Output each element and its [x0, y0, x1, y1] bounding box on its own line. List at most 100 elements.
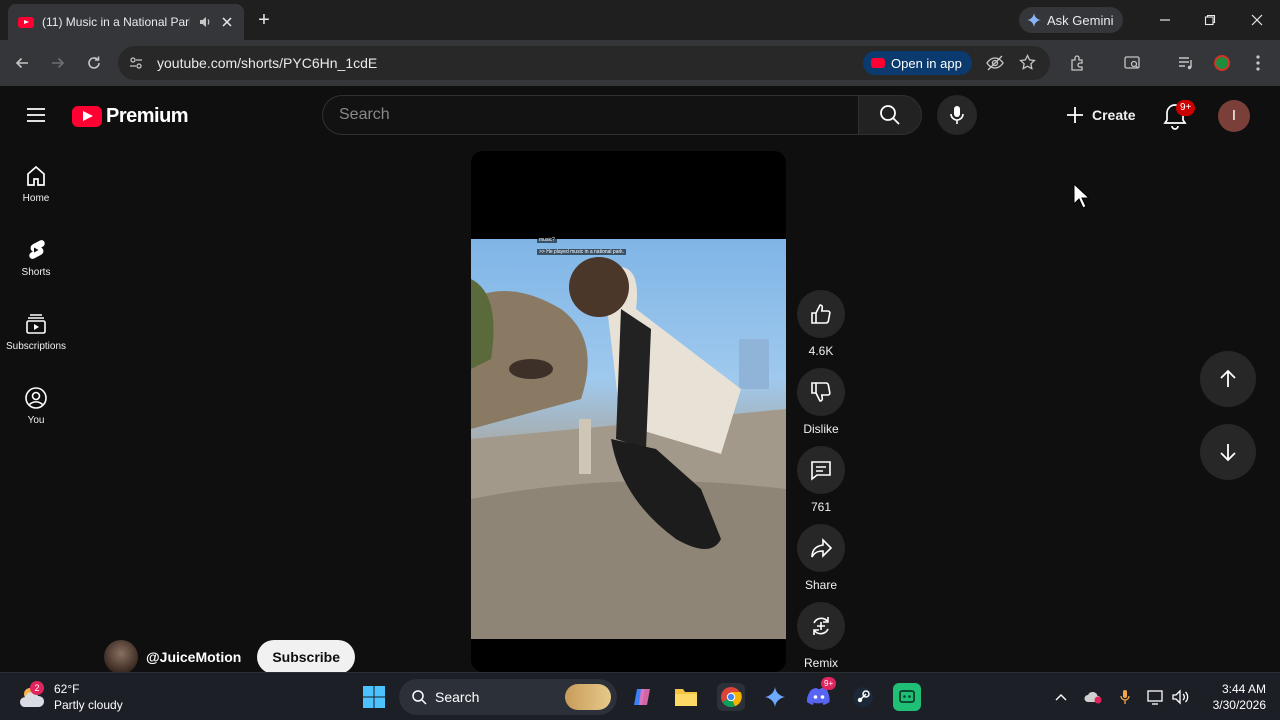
sidebar-label-shorts: Shorts	[21, 267, 51, 278]
channel-handle[interactable]: @JuiceMotion	[146, 649, 241, 665]
logo-text: Premium	[106, 105, 189, 127]
remix-button[interactable]	[797, 602, 845, 650]
open-in-app-label: Open in app	[891, 55, 962, 71]
chrome-taskbar-icon[interactable]	[717, 683, 745, 711]
steam-app-icon[interactable]	[849, 683, 877, 711]
search-highlight-image	[565, 684, 611, 710]
dislike-label: Dislike	[803, 422, 839, 436]
weather-cloud-icon: 2	[18, 681, 46, 711]
next-short-button[interactable]	[1200, 424, 1256, 480]
sidebar-label-subscriptions: Subscriptions	[5, 341, 67, 352]
voice-search-button[interactable]	[937, 95, 977, 135]
share-label: Share	[804, 578, 838, 592]
search-placeholder: Search	[339, 106, 390, 123]
youtube-premium-logo[interactable]: Premium	[72, 105, 189, 128]
create-label: Create	[1092, 107, 1136, 123]
share-button[interactable]	[797, 524, 845, 572]
sidebar-item-shorts[interactable]: Shorts	[0, 238, 72, 278]
subscriptions-icon	[26, 314, 46, 334]
clock-date: 3/30/2026	[1212, 698, 1266, 712]
forward-icon[interactable]	[46, 51, 70, 75]
tab-title: (11) Music in a National Park	[42, 15, 190, 29]
onedrive-icon[interactable]	[1083, 687, 1103, 707]
search-button[interactable]	[858, 95, 922, 135]
thumbs-up-icon	[811, 304, 831, 324]
weather-widget[interactable]: 2 62°F Partly cloudy	[18, 681, 123, 713]
remix-action: Remix	[797, 602, 845, 670]
close-window-icon[interactable]	[1245, 8, 1269, 32]
media-controls-icon[interactable]	[1174, 51, 1198, 75]
system-clock[interactable]: 3:44 AM 3/30/2026	[1196, 681, 1266, 713]
sidebar-item-home[interactable]: Home	[0, 164, 72, 204]
start-button[interactable]	[360, 683, 388, 711]
temperature: 62°F	[54, 682, 80, 696]
thumbs-down-icon	[811, 382, 831, 402]
youtube-favicon-icon	[18, 16, 34, 28]
caption-line-2: >> He played music in a national park.	[537, 249, 627, 255]
back-icon[interactable]	[10, 51, 34, 75]
comment-count: 761	[810, 500, 832, 514]
reload-icon[interactable]	[82, 51, 106, 75]
guide-menu-icon[interactable]	[24, 103, 48, 132]
file-explorer-icon[interactable]	[672, 683, 700, 711]
ask-gemini-button[interactable]: Ask Gemini	[1019, 7, 1124, 33]
account-avatar[interactable]: I	[1218, 100, 1250, 132]
speaker-icon[interactable]	[198, 15, 212, 29]
share-action: Share	[797, 524, 845, 592]
subscribe-button[interactable]: Subscribe	[257, 640, 356, 674]
remix-label: Remix	[803, 656, 838, 670]
video-frame	[471, 239, 786, 639]
windows-taskbar: 2 62°F Partly cloudy Search 9+ 3:44 AM 3…	[0, 672, 1280, 720]
green-app-icon[interactable]	[893, 683, 921, 711]
shorts-icon	[29, 240, 45, 259]
dislike-action: Dislike	[797, 368, 845, 436]
copilot-app-icon[interactable]	[628, 683, 656, 711]
sidebar-item-subscriptions[interactable]: Subscriptions	[0, 312, 72, 352]
youtube-app-icon	[871, 58, 885, 68]
site-info-icon[interactable]	[128, 55, 144, 76]
ask-gemini-label: Ask Gemini	[1047, 12, 1114, 28]
sidebar-item-you[interactable]: You	[0, 386, 72, 426]
channel-bar: @JuiceMotion Subscribe	[104, 640, 356, 674]
network-icon[interactable]	[1146, 687, 1166, 707]
video-scene-image	[471, 257, 786, 639]
close-tab-icon[interactable]	[220, 15, 234, 29]
tracking-protection-icon[interactable]	[986, 55, 1004, 76]
gemini-app-icon[interactable]	[761, 683, 789, 711]
taskbar-search[interactable]: Search	[399, 679, 617, 715]
restore-window-icon[interactable]	[1198, 8, 1222, 32]
address-bar[interactable]: youtube.com/shorts/PYC6Hn_1cdE Open in a…	[118, 46, 1050, 80]
open-in-app-button[interactable]: Open in app	[863, 51, 972, 75]
channel-avatar[interactable]	[104, 640, 138, 674]
arrow-up-icon	[1220, 369, 1236, 387]
url-text: youtube.com/shorts/PYC6Hn_1cdE	[157, 55, 378, 71]
tab-search-icon[interactable]	[1120, 51, 1144, 75]
remix-icon	[813, 617, 829, 635]
browser-menu-icon[interactable]	[1246, 51, 1270, 75]
show-hidden-icons-icon[interactable]	[1051, 687, 1071, 707]
browser-tab-strip: (11) Music in a National Park + Ask Gemi…	[0, 0, 1280, 40]
bookmark-star-icon[interactable]	[1019, 53, 1036, 76]
previous-short-button[interactable]	[1200, 351, 1256, 407]
create-button[interactable]: Create	[1058, 97, 1142, 133]
dislike-button[interactable]	[797, 368, 845, 416]
microphone-tray-icon[interactable]	[1115, 687, 1135, 707]
new-tab-button[interactable]: +	[256, 10, 272, 30]
active-tab[interactable]: (11) Music in a National Park	[8, 4, 244, 40]
comments-button[interactable]	[797, 446, 845, 494]
profile-icon[interactable]	[1210, 51, 1234, 75]
notification-badge: 9+	[1176, 100, 1196, 116]
extensions-icon[interactable]	[1066, 51, 1090, 75]
like-count: 4.6K	[808, 344, 834, 358]
search-input[interactable]: Search	[322, 95, 859, 135]
volume-icon[interactable]	[1171, 687, 1191, 707]
like-action: 4.6K	[797, 290, 845, 358]
home-icon	[27, 165, 45, 186]
like-button[interactable]	[797, 290, 845, 338]
minimize-window-icon[interactable]	[1153, 8, 1177, 32]
shorts-video-player[interactable]: music? >> He played music in a national …	[471, 151, 786, 672]
discord-badge: 9+	[821, 677, 837, 690]
mouse-cursor-icon	[1073, 182, 1091, 214]
discord-app-icon[interactable]: 9+	[805, 677, 837, 711]
taskbar-search-label: Search	[435, 689, 480, 705]
